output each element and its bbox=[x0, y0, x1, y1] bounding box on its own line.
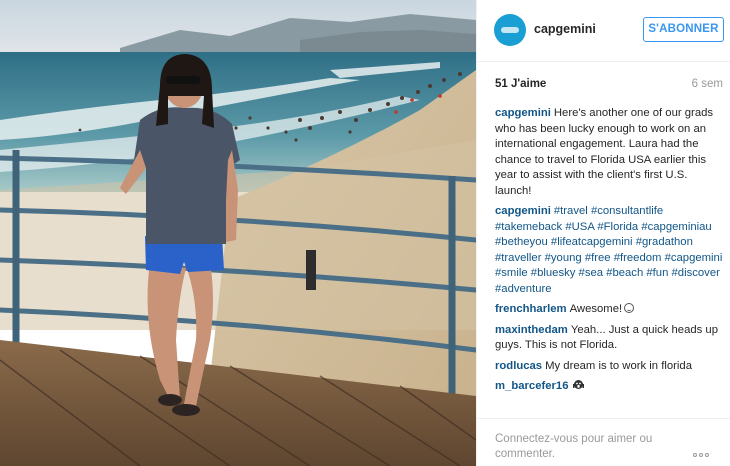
post-age[interactable]: 6 sem bbox=[692, 78, 723, 90]
caption-text: Here's another one of our grads who has … bbox=[495, 107, 714, 197]
hashtag-link[interactable]: #bluesky bbox=[531, 267, 576, 279]
login-prompt-link[interactable]: Connectez-vous pour aimer ou commenter. bbox=[495, 432, 685, 462]
post-meta: 51 J'aime 6 sem bbox=[495, 78, 723, 94]
comment-list: capgemini Here's another one of our grads… bbox=[495, 106, 723, 400]
comment-author[interactable]: rodlucas bbox=[495, 360, 542, 372]
hashtag-link[interactable]: #lifeatcapgemini bbox=[551, 236, 633, 248]
hashtag-list: #travel #consultantlife #takemeback #USA… bbox=[495, 205, 722, 295]
post-header: capgemini S'ABONNER bbox=[477, 0, 730, 62]
comment-author[interactable]: frenchharlem bbox=[495, 303, 567, 315]
hashtag-link[interactable]: #sea bbox=[579, 267, 604, 279]
scream-emoji-icon bbox=[573, 380, 585, 389]
hashtag-link[interactable]: #betheyou bbox=[495, 236, 548, 248]
dot-icon bbox=[693, 453, 697, 457]
hashtag-link[interactable]: #smile bbox=[495, 267, 528, 279]
comment-text: My dream is to work in florida bbox=[545, 359, 692, 372]
comment-item: rodlucas My dream is to work in florida bbox=[495, 359, 723, 375]
beach-pier-photo bbox=[0, 0, 476, 466]
post-footer: Connectez-vous pour aimer ou commenter. bbox=[477, 418, 730, 466]
avatar[interactable] bbox=[494, 14, 526, 46]
comment-author[interactable]: maxinthedam bbox=[495, 324, 568, 336]
username-link[interactable]: capgemini bbox=[534, 22, 596, 36]
hashtag-link[interactable]: #takemeback bbox=[495, 221, 562, 233]
dot-icon bbox=[705, 453, 709, 457]
post-sidebar: capgemini S'ABONNER 51 J'aime 6 sem capg… bbox=[476, 0, 730, 466]
hashtag-link[interactable]: #fun bbox=[646, 267, 668, 279]
hashtag-link[interactable]: #adventure bbox=[495, 283, 552, 295]
hashtag-link[interactable]: #capgemini bbox=[665, 252, 723, 264]
brand-logo-icon bbox=[501, 27, 519, 33]
comment-author[interactable]: capgemini bbox=[495, 205, 551, 217]
caption: capgemini Here's another one of our grads… bbox=[495, 106, 723, 199]
hashtag-link[interactable]: #free bbox=[585, 252, 611, 264]
follow-button[interactable]: S'ABONNER bbox=[643, 17, 724, 42]
hashtag-link[interactable]: #traveller bbox=[495, 252, 541, 264]
hashtag-link[interactable]: #young bbox=[545, 252, 582, 264]
hashtag-link[interactable]: #Florida bbox=[597, 221, 638, 233]
hashtag-link[interactable]: #USA bbox=[565, 221, 594, 233]
comment-text: Awesome! bbox=[569, 303, 623, 315]
comment-author[interactable]: capgemini bbox=[495, 107, 551, 119]
smile-emoji-icon bbox=[624, 303, 635, 313]
comment-item: m_barcefer16 bbox=[495, 379, 723, 395]
hashtag-link[interactable]: #discover bbox=[672, 267, 720, 279]
hashtag-link[interactable]: #capgeminiau bbox=[641, 221, 711, 233]
hashtag-link[interactable]: #travel bbox=[554, 205, 588, 217]
dot-icon bbox=[699, 453, 703, 457]
post-photo bbox=[0, 0, 476, 466]
hashtag-link[interactable]: #beach bbox=[606, 267, 643, 279]
likes-count[interactable]: 51 J'aime bbox=[495, 78, 546, 90]
comment-item: frenchharlem Awesome! bbox=[495, 302, 723, 318]
comment-item: maxinthedam Yeah... Just a quick heads up… bbox=[495, 323, 723, 354]
hashtag-link[interactable]: #consultantlife bbox=[591, 205, 663, 217]
hashtag-link[interactable]: #freedom bbox=[614, 252, 662, 264]
more-options-icon[interactable] bbox=[693, 444, 715, 457]
hashtags-comment: capgemini #travel #consultantlife #takeme… bbox=[495, 204, 723, 297]
comment-author[interactable]: m_barcefer16 bbox=[495, 380, 568, 392]
hashtag-link[interactable]: #gradathon bbox=[636, 236, 693, 248]
